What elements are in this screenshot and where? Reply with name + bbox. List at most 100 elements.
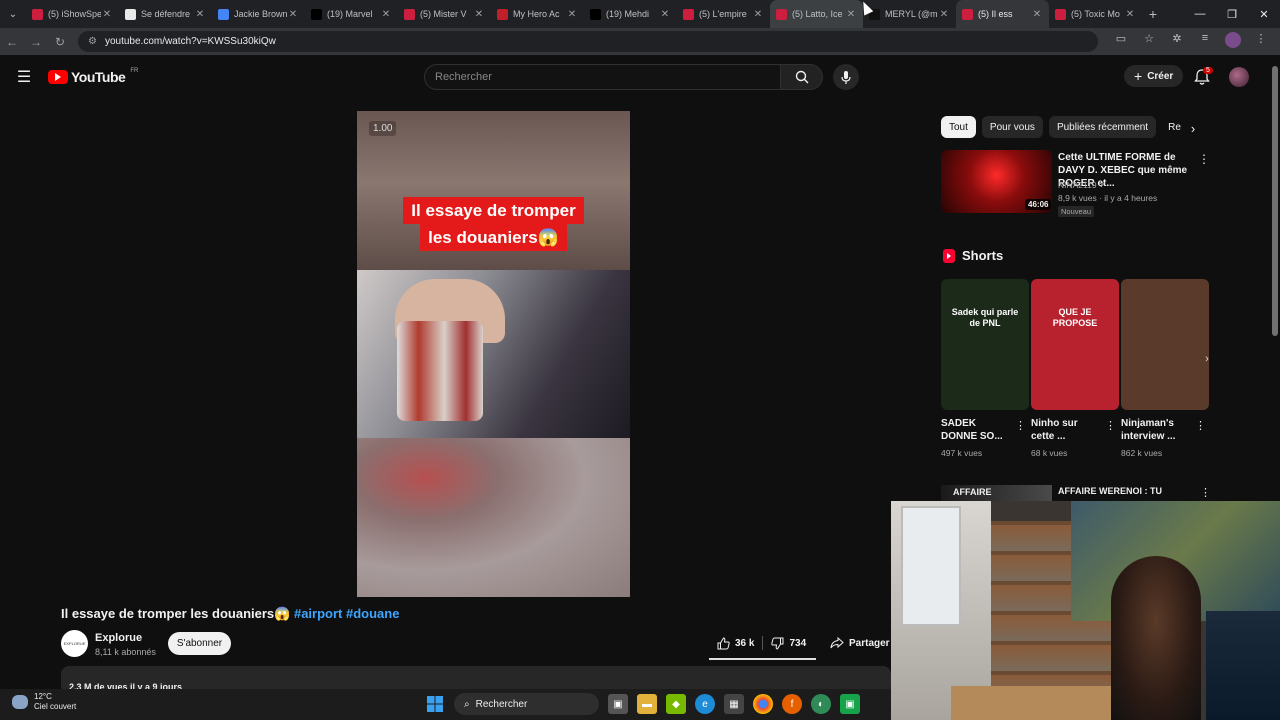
short-thumbnail[interactable]: QUE JE PROPOSE <box>1031 279 1119 410</box>
like-dislike-group: 36 k 734 <box>709 631 816 655</box>
short-more-options-icon[interactable]: ⋮ <box>1105 419 1116 432</box>
more-options-icon-next[interactable]: ⋮ <box>1200 486 1211 499</box>
short-title[interactable]: Ninjaman's interview ... <box>1121 417 1191 443</box>
extensions-icon[interactable]: ✲ <box>1166 32 1188 51</box>
close-tab-icon[interactable]: ✕ <box>566 9 578 20</box>
browser-tab[interactable]: MERYL (@m ✕ <box>863 0 956 28</box>
channel-name[interactable]: Explorue <box>95 632 142 644</box>
store-icon[interactable]: ▦ <box>724 694 744 714</box>
browser-tab[interactable]: Jackie Brown ✕ <box>212 0 305 28</box>
nvidia-icon[interactable]: ◆ <box>666 694 686 714</box>
browser-tab[interactable]: (5) Mister V ✕ <box>398 0 491 28</box>
recommended-video[interactable]: 46:06 Cette ULTIME FORME de DAVY D. XEBE… <box>941 150 1213 218</box>
browser-tab[interactable]: (19) Mehdi ✕ <box>584 0 677 28</box>
site-info-icon[interactable]: ⚙ <box>88 36 97 47</box>
app-icon[interactable]: ◐ <box>811 694 831 714</box>
browser-tab[interactable]: (5) iShowSpeed✕ <box>26 0 119 28</box>
chips-next-chevron-icon[interactable]: › <box>1184 119 1202 137</box>
create-label: Créer <box>1147 70 1174 82</box>
short-thumbnail[interactable] <box>1121 279 1209 410</box>
recommended-thumbnail-next[interactable]: AFFAIRE <box>941 485 1052 501</box>
file-explorer-icon[interactable]: ▬ <box>637 694 657 714</box>
close-window-icon[interactable]: ✕ <box>1248 0 1280 28</box>
shorts-next-chevron-icon[interactable]: › <box>1199 351 1215 367</box>
close-tab-icon[interactable]: ✕ <box>194 9 206 20</box>
recommended-channel[interactable]: NINA2119 ✓ <box>1058 180 1106 191</box>
short-card[interactable]: QUE JE PROPOSE Ninho sur cette ... 68 k vu… <box>1031 279 1119 458</box>
new-tab-button[interactable]: + <box>1142 6 1164 22</box>
search-input[interactable] <box>424 64 781 90</box>
close-tab-icon[interactable]: ✕ <box>1124 9 1136 20</box>
tab-title: (5) Il ess <box>978 9 1013 19</box>
forward-icon[interactable]: → <box>24 35 48 49</box>
channel-avatar[interactable]: EXPLORUE <box>61 630 88 657</box>
short-more-options-icon[interactable]: ⋮ <box>1195 419 1206 432</box>
scrollbar-thumb[interactable] <box>1272 66 1278 336</box>
tab-search-chevron-icon[interactable]: ⌄ <box>0 0 26 28</box>
filter-chip[interactable]: Pour vous <box>981 116 1043 138</box>
task-view-icon[interactable]: ▣ <box>608 694 628 714</box>
minimize-icon[interactable]: — <box>1184 0 1216 28</box>
reload-icon[interactable]: ↻ <box>48 35 72 49</box>
browser-tab[interactable]: (5) Toxic Mo ✕ <box>1049 0 1142 28</box>
search-button[interactable] <box>781 64 823 90</box>
short-title[interactable]: SADEK DONNE SO... <box>941 417 1011 443</box>
like-underline <box>709 658 816 660</box>
restore-icon[interactable]: ❐ <box>1216 0 1248 28</box>
voice-search-button[interactable] <box>833 64 859 90</box>
filter-chip[interactable]: Tout <box>941 116 976 138</box>
menu-icon[interactable]: ☰ <box>0 67 48 87</box>
close-tab-icon[interactable]: ✕ <box>845 9 857 20</box>
browser-tab[interactable]: (5) L'empire ✕ <box>677 0 770 28</box>
reading-list-icon[interactable]: ≡ <box>1194 32 1216 51</box>
browser-tab[interactable]: My Hero Ac ✕ <box>491 0 584 28</box>
video-hashtags[interactable]: #airport #douane <box>294 606 399 621</box>
dislike-button[interactable]: 734 <box>763 631 814 655</box>
recommended-title-next[interactable]: AFFAIRE WERENOI : TU <box>1058 486 1162 496</box>
address-bar[interactable]: ⚙ youtube.com/watch?v=KWSSu30kiQw <box>78 31 1098 52</box>
browser-tab[interactable]: (5) Latto, Ice ✕ <box>770 0 863 28</box>
close-tab-icon[interactable]: ✕ <box>473 9 485 20</box>
close-tab-icon[interactable]: ✕ <box>101 9 113 20</box>
youtube-logo[interactable]: YouTube FR <box>48 68 138 85</box>
cast-icon[interactable]: ▭ <box>1110 32 1132 51</box>
short-more-options-icon[interactable]: ⋮ <box>1015 419 1026 432</box>
create-button[interactable]: + Créer <box>1124 65 1184 87</box>
short-thumbnail[interactable]: Sadek qui parle de PNL <box>941 279 1029 410</box>
close-tab-icon[interactable]: ✕ <box>380 9 392 20</box>
filter-chip[interactable]: Publiées récemment <box>1048 116 1157 138</box>
firefox-icon[interactable]: f <box>782 694 802 714</box>
tab-title: (5) iShowSpeed <box>48 9 101 19</box>
more-options-icon[interactable]: ⋮ <box>1198 152 1210 166</box>
browser-menu-icon[interactable]: ⋮ <box>1250 32 1272 51</box>
browser-tab[interactable]: (19) Marvel ✕ <box>305 0 398 28</box>
back-icon[interactable]: ← <box>0 35 24 49</box>
close-tab-icon[interactable]: ✕ <box>938 9 950 20</box>
share-button[interactable]: Partager <box>824 631 896 655</box>
recommended-video-next[interactable]: AFFAIRE AFFAIRE WERENOI : TU ⋮ <box>941 485 1211 501</box>
xbox-app-icon[interactable]: ▣ <box>840 694 860 714</box>
windows-start-icon[interactable] <box>425 694 445 714</box>
browser-tab[interactable]: (5) Il ess ✕ <box>956 0 1049 28</box>
filter-chip[interactable]: Re <box>1162 116 1184 138</box>
profile-icon[interactable] <box>1222 32 1244 51</box>
short-views: 497 k vues <box>941 448 983 458</box>
close-tab-icon[interactable]: ✕ <box>287 9 299 20</box>
like-button[interactable]: 36 k <box>709 631 762 655</box>
close-tab-icon[interactable]: ✕ <box>659 9 671 20</box>
bookmark-star-icon[interactable]: ☆ <box>1138 32 1160 51</box>
tab-title: (5) L'empire <box>699 9 747 19</box>
chrome-icon[interactable] <box>753 694 773 714</box>
short-card[interactable]: Sadek qui parle de PNL SADEK DONNE SO... 4… <box>941 279 1029 458</box>
browser-tab[interactable]: Se défendre ✕ <box>119 0 212 28</box>
subscribe-button[interactable]: S'abonner <box>168 632 231 655</box>
close-tab-icon[interactable]: ✕ <box>1031 9 1043 20</box>
edge-icon[interactable]: e <box>695 694 715 714</box>
account-avatar[interactable] <box>1229 67 1249 87</box>
short-card[interactable]: Ninjaman's interview ... 862 k vues ⋮ <box>1121 279 1209 458</box>
taskbar-search[interactable]: ⌕ Rechercher <box>454 693 599 715</box>
close-tab-icon[interactable]: ✕ <box>752 9 764 20</box>
short-title[interactable]: Ninho sur cette ... <box>1031 417 1101 443</box>
video-player[interactable]: 1.00 Il essaye de tromper les douaniers😱 <box>357 111 630 597</box>
weather-widget[interactable]: 12°C Ciel couvert <box>12 692 76 712</box>
